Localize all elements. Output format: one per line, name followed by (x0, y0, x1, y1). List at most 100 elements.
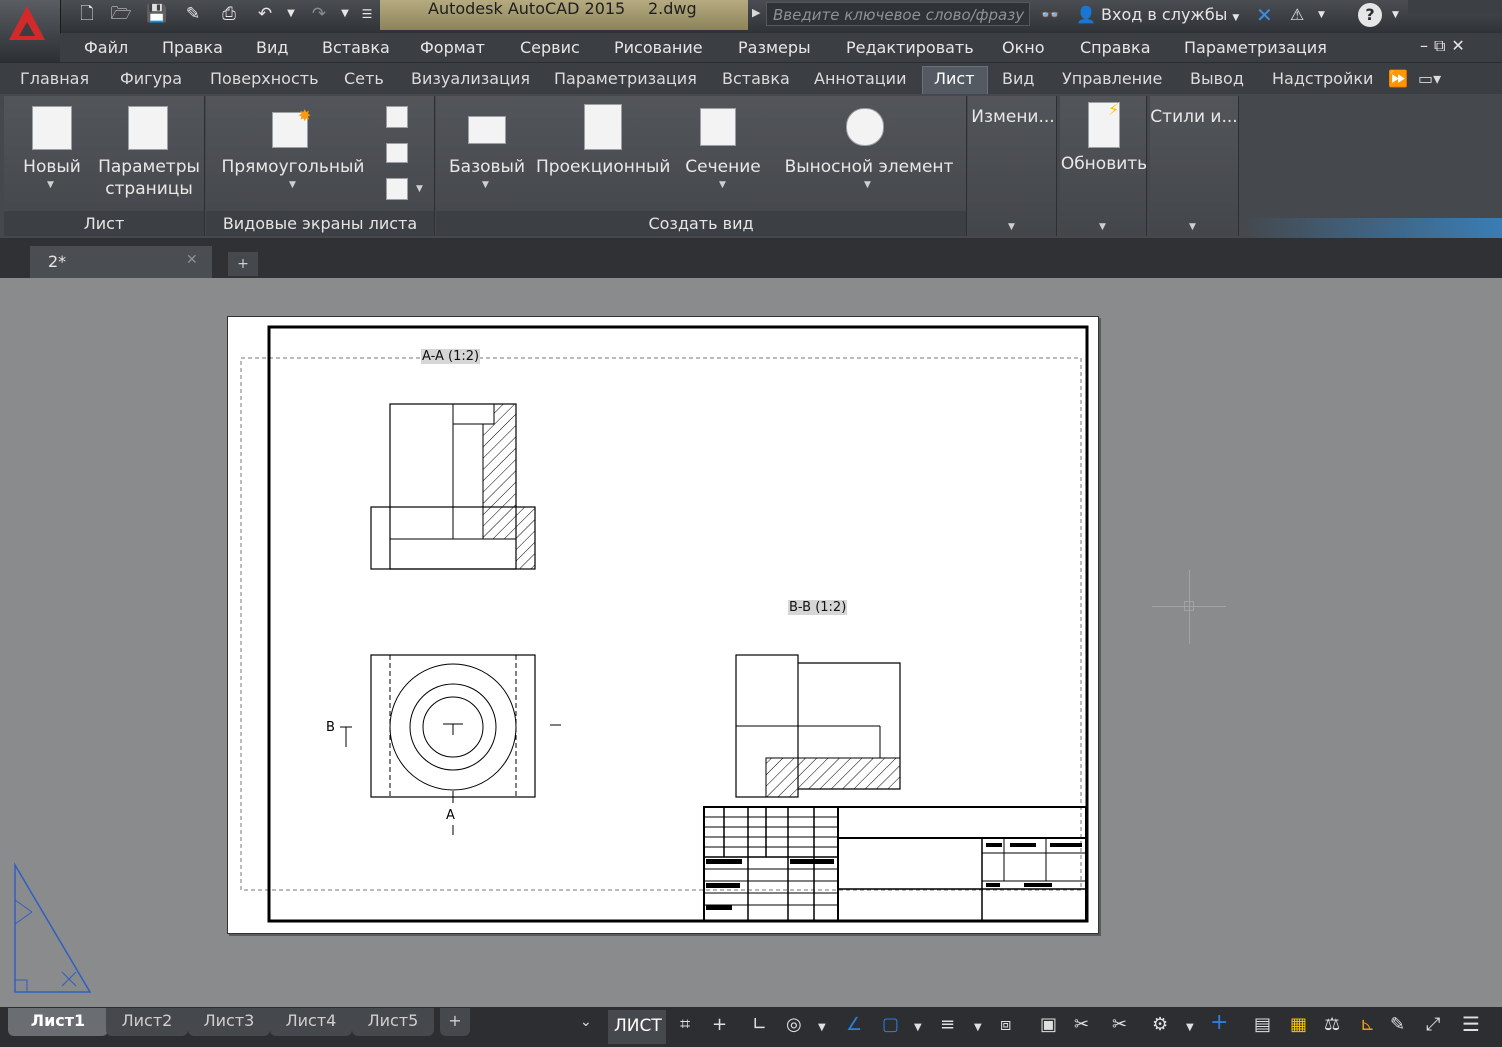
tab-parametric[interactable]: Параметризация (554, 69, 697, 88)
menu-file[interactable]: Файл (84, 38, 128, 57)
tab-layout[interactable]: Лист (934, 69, 975, 88)
chevron-down-icon[interactable]: ⌄ (580, 1014, 592, 1030)
menu-help[interactable]: Справка (1080, 38, 1151, 57)
grid-icon[interactable]: ⌗ (680, 1014, 690, 1035)
annotation-scale-icon[interactable]: ✂ (1074, 1014, 1089, 1035)
fullscreen-icon[interactable]: ⤢ (1426, 1014, 1440, 1035)
layout-tab-3[interactable]: Лист3 (188, 1008, 270, 1036)
isolate-objects-icon[interactable]: ⚖ (1324, 1014, 1340, 1035)
lineweight-icon[interactable]: ≡ (940, 1014, 955, 1035)
lock-viewport-icon[interactable] (386, 178, 408, 200)
undo-dropdown-icon[interactable]: ▼ (278, 3, 304, 25)
more-tabs-icon[interactable]: ⏩ (1388, 69, 1408, 88)
view-label-b[interactable]: B-B (1:2) (788, 600, 848, 615)
annotation-visibility-icon[interactable]: ✂ (1112, 1014, 1127, 1035)
star-icon: ✸ (298, 106, 312, 125)
transparency-icon[interactable]: ⧈ (1000, 1014, 1011, 1035)
file-title: 2.dwg (648, 0, 697, 18)
update-button[interactable]: Обновить (1060, 153, 1148, 175)
menu-edit[interactable]: Правка (162, 38, 223, 57)
chevron-down-icon[interactable]: ▼ (914, 1022, 922, 1033)
help-icon[interactable]: ? (1358, 3, 1382, 27)
polar-icon[interactable]: ◎ (786, 1014, 802, 1035)
ortho-icon[interactable]: ∟ (752, 1014, 767, 1035)
layout-tab-2[interactable]: Лист2 (106, 1008, 188, 1036)
chevron-down-icon[interactable]: ▼ (1008, 222, 1015, 232)
isodraft-icon[interactable]: ∠ (846, 1014, 862, 1035)
menu-dimension[interactable]: Размеры (738, 38, 811, 57)
plot-icon[interactable]: ⎙ (216, 3, 242, 25)
hardware-acceleration-icon[interactable]: ⊾ (1360, 1014, 1375, 1035)
layout-tab-5[interactable]: Лист5 (352, 1008, 434, 1036)
file-tab[interactable]: 2* ✕ (30, 246, 212, 278)
customization-menu-icon[interactable]: ☰ (1462, 1012, 1480, 1036)
open-file-icon[interactable]: 🗁 (108, 3, 134, 25)
exchange-apps-icon[interactable]: ✕ (1256, 3, 1273, 27)
search-input[interactable]: Введите ключевое слово/фразу (766, 2, 1030, 26)
tab-manage[interactable]: Управление (1062, 69, 1162, 88)
units-icon[interactable]: ▤ (1254, 1014, 1271, 1035)
tab-addins[interactable]: Надстройки (1272, 69, 1373, 88)
add-layout-button[interactable]: + (440, 1008, 470, 1036)
page-setup-button[interactable]: Параметры страницы (96, 156, 202, 200)
help-dropdown-icon[interactable]: ▼ (1392, 3, 1399, 27)
close-icon[interactable]: ✕ (186, 252, 198, 268)
signin-button[interactable]: 👤 Вход в службы ▼ (1076, 3, 1239, 27)
menu-tools[interactable]: Сервис (520, 38, 580, 57)
undo-icon[interactable]: ↶ (252, 3, 278, 25)
menu-parametric[interactable]: Параметризация (1184, 38, 1327, 57)
new-layout-button[interactable]: Новый (14, 156, 90, 178)
rectangular-viewport-button[interactable]: Прямоугольный (220, 156, 366, 178)
menu-modify[interactable]: Редактировать (846, 38, 974, 57)
binoculars-icon[interactable]: 👓 (1040, 3, 1060, 27)
tab-render[interactable]: Визуализация (411, 69, 530, 88)
layout-tab-4[interactable]: Лист4 (270, 1008, 352, 1036)
gear-icon[interactable]: ⚙ (1152, 1014, 1168, 1035)
tab-home[interactable]: Главная (20, 69, 89, 88)
quick-properties-icon[interactable]: ▦ (1290, 1014, 1307, 1035)
tab-output[interactable]: Вывод (1190, 69, 1244, 88)
redo-icon[interactable]: ↷ (306, 3, 332, 25)
menu-draw[interactable]: Рисование (614, 38, 703, 57)
view-label-a[interactable]: A-A (1:2) (421, 349, 481, 364)
save-icon[interactable]: 💾 (144, 3, 170, 25)
annotation-monitor-icon[interactable]: + (1210, 1010, 1228, 1035)
clean-screen-icon[interactable]: ✎ (1390, 1014, 1405, 1035)
tab-solid[interactable]: Фигура (120, 69, 182, 88)
a360-icon[interactable]: ⚠ (1290, 3, 1304, 27)
tab-mesh[interactable]: Сеть (344, 69, 384, 88)
doc-window-controls[interactable]: –⧉✕ (1420, 36, 1471, 56)
menu-format[interactable]: Формат (420, 38, 485, 57)
layout-tab-1[interactable]: Лист1 (8, 1008, 108, 1036)
save-as-icon[interactable]: ✎ (180, 3, 206, 25)
chevron-down-icon[interactable]: ▼ (974, 1022, 982, 1033)
chevron-down-icon[interactable]: ▼ (818, 1022, 826, 1033)
base-view-button[interactable]: Базовый (444, 156, 530, 178)
clip-viewport-icon[interactable] (386, 143, 408, 163)
tab-annotate[interactable]: Аннотации (814, 69, 906, 88)
projected-view-button[interactable]: Проекционный (536, 156, 670, 178)
chevron-down-icon[interactable]: ▼ (1186, 1022, 1194, 1033)
menu-view[interactable]: Вид (256, 38, 288, 57)
a360-dropdown-icon[interactable]: ▼ (1318, 3, 1325, 27)
customize-qat-icon[interactable]: ☰ (354, 3, 380, 25)
chevron-down-icon[interactable]: ▼ (1189, 222, 1196, 232)
new-tab-button[interactable]: + (228, 252, 258, 276)
menu-window[interactable]: Окно (1002, 38, 1045, 57)
tab-insert[interactable]: Вставка (722, 69, 790, 88)
section-view-button[interactable]: Сечение (680, 156, 766, 178)
menu-insert[interactable]: Вставка (322, 38, 390, 57)
new-file-icon[interactable]: 🗋 (74, 3, 100, 25)
chevron-down-icon[interactable]: ▼ (1099, 222, 1106, 232)
tab-surface[interactable]: Поверхность (210, 69, 319, 88)
model-paper-toggle[interactable]: ЛИСТ (614, 1016, 662, 1036)
detail-view-button[interactable]: Выносной элемент (782, 156, 956, 178)
snap-icon[interactable]: + (712, 1014, 727, 1035)
osnap-icon[interactable]: ▢ (882, 1014, 899, 1035)
application-menu-button[interactable] (0, 0, 61, 62)
search-expand-icon[interactable]: ▶ (752, 6, 760, 19)
ribbon-minimize-icon[interactable]: ▭▾ (1418, 69, 1441, 88)
quick-view-icon[interactable]: ▣ (1040, 1014, 1057, 1035)
tab-view[interactable]: Вид (1002, 69, 1034, 88)
named-viewport-icon[interactable] (386, 106, 408, 128)
